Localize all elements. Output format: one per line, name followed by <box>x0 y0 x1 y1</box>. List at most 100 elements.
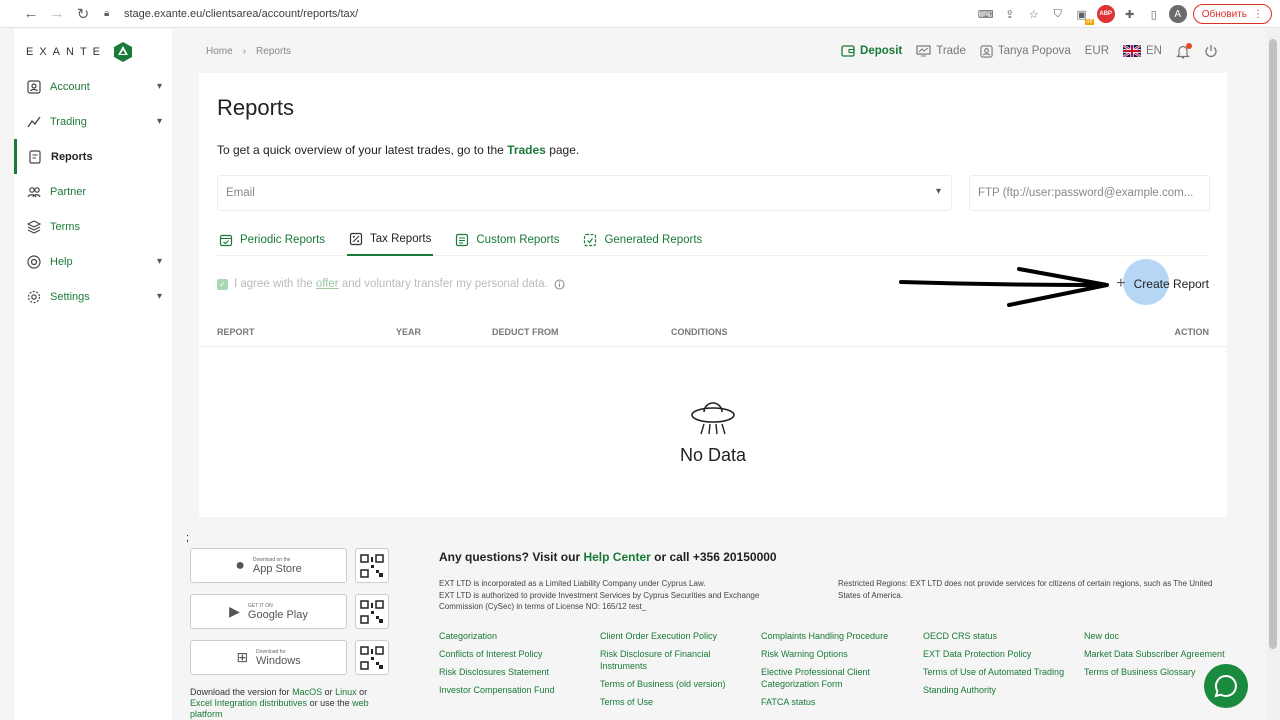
scrollbar-thumb[interactable] <box>1269 39 1277 649</box>
tab-label: Tax Reports <box>370 232 432 245</box>
annotation-arrow <box>899 267 1109 307</box>
notification-dot <box>1186 42 1192 49</box>
sidebar-item-account[interactable]: Account ▾ <box>14 69 172 104</box>
footer-link[interactable]: FATCA status <box>761 696 911 708</box>
extensions-puzzle-icon[interactable]: ✚ <box>1121 5 1139 23</box>
download-text: or <box>322 687 336 697</box>
footer-link[interactable]: Standing Authority <box>923 684 1078 696</box>
logout-power-icon[interactable] <box>1204 44 1218 58</box>
sidebar-item-reports[interactable]: Reports <box>14 139 172 174</box>
bookmark-star-icon[interactable]: ☆ <box>1025 5 1043 23</box>
reports-icon <box>27 149 43 165</box>
profile-avatar[interactable]: A <box>1168 5 1187 23</box>
trade-button[interactable]: Trade <box>916 45 966 57</box>
windows-icon: ⊞ <box>236 649 249 665</box>
plus-icon: + <box>1116 275 1126 292</box>
tab-periodic-reports[interactable]: Periodic Reports <box>217 223 327 256</box>
store-big-text: Google Play <box>247 608 308 621</box>
user-profile-button[interactable]: Tanya Popova <box>980 44 1071 58</box>
chat-button[interactable] <box>1204 664 1248 708</box>
breadcrumb-home[interactable]: Home <box>206 46 233 57</box>
breadcrumb-separator: › <box>242 45 247 57</box>
qr-code-icon <box>355 594 389 629</box>
footer-link[interactable]: New doc <box>1084 630 1244 642</box>
excel-integration-link[interactable]: Excel Integration distributives <box>190 698 307 708</box>
macos-link[interactable]: MacOS <box>292 687 322 697</box>
adblock-icon[interactable]: ABP <box>1096 5 1115 23</box>
sidebar-item-trading[interactable]: Trading ▾ <box>14 104 172 139</box>
footer-link[interactable]: Client Order Execution Policy <box>600 630 750 642</box>
sidebar-item-terms[interactable]: Terms <box>14 209 172 244</box>
currency-selector[interactable]: EUR <box>1085 45 1109 57</box>
sidebar-item-partner[interactable]: Partner <box>14 174 172 209</box>
translate-icon[interactable]: ⌨ <box>977 5 995 23</box>
footer-link[interactable]: Market Data Subscriber Agreement <box>1084 648 1244 660</box>
exante-logo-icon <box>114 42 133 62</box>
tab-custom-reports[interactable]: Custom Reports <box>453 223 561 256</box>
tab-tax-reports[interactable]: Tax Reports <box>347 223 434 256</box>
breadcrumb-current: Reports <box>256 45 292 57</box>
apple-icon: ● <box>235 556 245 574</box>
sidepanel-icon[interactable]: ▯ <box>1145 5 1163 23</box>
footer-link[interactable]: Terms of Use of Automated Trading <box>923 666 1078 678</box>
help-center-link[interactable]: Help Center <box>583 550 650 564</box>
app-store-button[interactable]: ● Download on the App Store <box>190 548 347 583</box>
update-button[interactable]: Обновить ⋮ <box>1192 4 1272 24</box>
email-select[interactable]: Email ▾ <box>217 175 952 211</box>
deposit-label: Deposit <box>860 45 903 57</box>
user-icon <box>980 44 993 58</box>
footer-link[interactable]: Risk Disclosures Statement <box>439 666 589 678</box>
footer-link[interactable]: Conflicts of Interest Policy <box>439 648 589 660</box>
footer-link[interactable]: Terms of Use <box>600 696 750 708</box>
page-scrollbar[interactable] <box>1266 29 1280 720</box>
footer-link[interactable]: Terms of Business (old version) <box>600 678 750 690</box>
footer-link[interactable]: Investor Compensation Fund <box>439 684 589 696</box>
uk-flag-icon <box>1123 45 1142 57</box>
footer-link[interactable]: Risk Disclosure of Financial Instruments <box>600 648 750 672</box>
footer-link[interactable]: Categorization <box>439 630 589 642</box>
footer-link[interactable]: Complaints Handling Procedure <box>761 630 911 642</box>
extension-off-icon[interactable]: ▣ off <box>1073 5 1094 25</box>
chevron-down-icon: ▾ <box>156 291 162 302</box>
tab-label: Custom Reports <box>476 233 560 246</box>
google-play-button[interactable]: ▶ GET IT ON Google Play <box>190 594 347 629</box>
address-bar[interactable]: 🔒︎ stage.exante.eu/clientsarea/account/r… <box>96 3 966 25</box>
footer-link[interactable]: EXT Data Protection Policy <box>923 648 1078 660</box>
create-report-button[interactable]: + Create Report <box>1116 275 1209 293</box>
exante-logo[interactable]: EXANTE <box>26 41 134 63</box>
reload-icon[interactable]: ↻ <box>72 3 94 25</box>
brand-name: EXANTE <box>26 46 107 58</box>
legal-line: Commission (CySec) in terms of License N… <box>439 602 647 611</box>
off-badge: off <box>1085 19 1094 25</box>
share-icon[interactable]: ⇪ <box>1001 5 1019 23</box>
offer-link[interactable]: offer <box>316 278 339 290</box>
trading-icon <box>26 114 42 130</box>
trades-link[interactable]: Trades <box>507 143 546 157</box>
ftp-input[interactable]: FTP (ftp://user:password@example.com... <box>969 175 1210 211</box>
footer-link[interactable]: Elective Professional Client Categorizat… <box>761 666 911 690</box>
legal-line: EXT LTD is authorized to provide Investm… <box>439 590 760 600</box>
footer-link[interactable]: Risk Warning Options <box>761 648 911 660</box>
sidebar-item-label: Account <box>50 80 90 93</box>
agree-row: ✓ I agree with the offer and voluntary t… <box>217 278 565 290</box>
sidebar-item-help[interactable]: Help ▾ <box>14 244 172 279</box>
sidebar-item-settings[interactable]: Settings ▾ <box>14 279 172 314</box>
footer-links-col-2: Client Order Execution Policy Risk Discl… <box>600 630 750 714</box>
back-icon[interactable]: ← <box>20 3 42 25</box>
notifications-bell-icon[interactable] <box>1176 42 1192 59</box>
empty-state: No Data <box>669 398 757 466</box>
legal-line: EXT LTD is incorporated as a Limited Lia… <box>439 579 706 588</box>
info-icon[interactable] <box>554 279 565 290</box>
agree-checkbox[interactable]: ✓ <box>217 278 228 290</box>
forward-icon[interactable]: → <box>46 3 68 25</box>
deposit-button[interactable]: Deposit <box>841 45 902 57</box>
top-bar: Home › Reports Deposit Trade Tanya Popov… <box>200 29 1230 73</box>
footer-link[interactable]: OECD CRS status <box>923 630 1078 642</box>
linux-link[interactable]: Linux <box>335 687 357 697</box>
shield-extension-icon[interactable]: ⛉ <box>1049 5 1067 23</box>
windows-download-button[interactable]: ⊞ Download for Windows <box>190 640 347 675</box>
tab-generated-reports[interactable]: Generated Reports <box>581 223 704 256</box>
language-selector[interactable]: EN <box>1123 45 1162 57</box>
footer-links-col-3: Complaints Handling Procedure Risk Warni… <box>761 630 911 714</box>
reports-card: Reports To get a quick overview of your … <box>199 73 1227 517</box>
